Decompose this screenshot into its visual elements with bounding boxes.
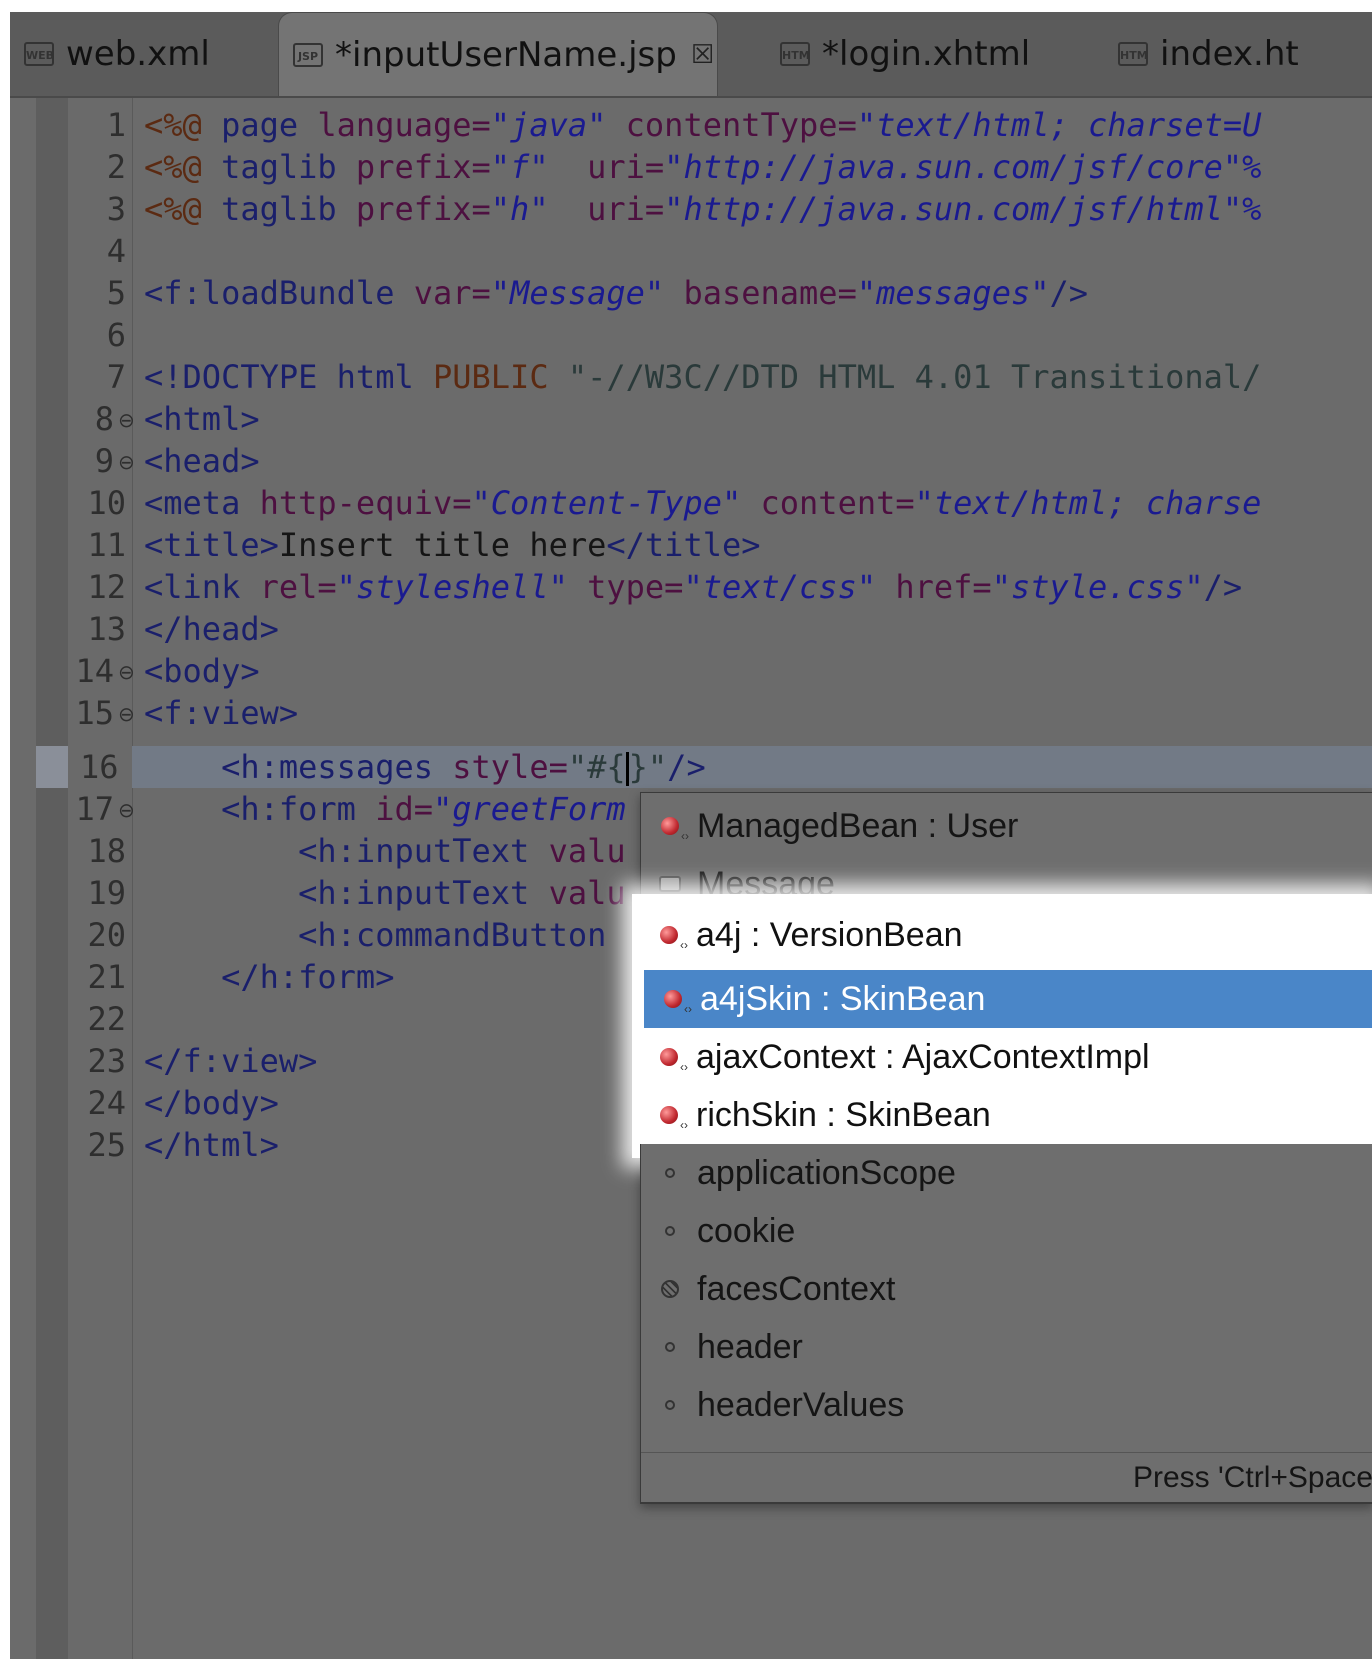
managed-bean-icon bbox=[658, 1046, 688, 1074]
code-line-9: <head> bbox=[144, 442, 260, 480]
completion-item[interactable]: facesContext bbox=[641, 1260, 1372, 1318]
code-line-8: <html> bbox=[144, 400, 260, 438]
code-line-5: <f:loadBundle var="Message" basename="me… bbox=[144, 274, 1089, 312]
code-line-25: </html> bbox=[144, 1126, 279, 1164]
fold-collapse-icon[interactable]: ⊖ bbox=[118, 702, 135, 726]
implicit-object-icon bbox=[659, 1162, 681, 1184]
line-number: 9 bbox=[94, 442, 114, 480]
managed-bean-icon bbox=[662, 988, 692, 1016]
fold-collapse-icon[interactable]: ⊖ bbox=[118, 450, 135, 474]
completion-item[interactable]: richSkin : SkinBean bbox=[640, 1086, 1372, 1144]
line-number: 21 bbox=[87, 958, 126, 996]
line-number: 24 bbox=[87, 1084, 126, 1122]
faces-context-icon bbox=[659, 1278, 681, 1300]
line-number: 2 bbox=[106, 148, 126, 186]
editor-tab-bar: WEB web.xml JSP *inputUserName.jsp ☒ HTM… bbox=[10, 12, 1372, 98]
completion-item[interactable]: ajaxContext : AjaxContextImpl bbox=[640, 1028, 1372, 1086]
managed-bean-icon bbox=[658, 924, 688, 952]
implicit-object-icon bbox=[659, 1394, 681, 1416]
line-number: 25 bbox=[87, 1126, 126, 1164]
code-line-18: <h:inputText valu bbox=[144, 832, 626, 870]
completion-item[interactable]: headerValues bbox=[641, 1376, 1372, 1434]
fold-collapse-icon[interactable]: ⊖ bbox=[118, 408, 135, 432]
content-assist-status: Press 'Ctrl+Space bbox=[641, 1452, 1372, 1502]
line-number: 7 bbox=[106, 358, 126, 396]
tab-label: index.ht bbox=[1160, 34, 1299, 74]
line-number: 8 bbox=[94, 400, 114, 438]
code-line-3: <%@ taglib prefix="h" uri="http://java.s… bbox=[144, 190, 1262, 228]
code-line-13: </head> bbox=[144, 610, 279, 648]
content-assist-hint: Press 'Ctrl+Space bbox=[1133, 1460, 1372, 1494]
managed-bean-icon bbox=[658, 1104, 688, 1132]
tab-index-html[interactable]: HTM index.ht bbox=[1100, 12, 1372, 96]
code-line-24: </body> bbox=[144, 1084, 279, 1122]
implicit-object-icon bbox=[659, 1336, 681, 1358]
line-number: 16 bbox=[80, 748, 119, 786]
completion-item[interactable]: a4j : VersionBean bbox=[640, 906, 1372, 964]
code-line-10: <meta http-equiv="Content-Type" content=… bbox=[144, 484, 1262, 522]
line-number: 19 bbox=[87, 874, 126, 912]
line-number: 6 bbox=[106, 316, 126, 354]
tab-login-xhtml[interactable]: HTM *login.xhtml bbox=[750, 12, 1080, 96]
line-number: 14 bbox=[75, 652, 114, 690]
code-line-12: <link rel="styleshell" type="text/css" h… bbox=[144, 568, 1243, 606]
fold-collapse-icon[interactable]: ⊖ bbox=[118, 798, 135, 822]
code-line-23: </f:view> bbox=[144, 1042, 318, 1080]
tab-label: *login.xhtml bbox=[822, 34, 1031, 74]
tab-label: *inputUserName.jsp bbox=[335, 34, 677, 75]
current-line-marker bbox=[36, 746, 68, 788]
code-line-19: <h:inputText valu bbox=[144, 874, 626, 912]
line-number: 4 bbox=[106, 232, 126, 270]
line-number: 20 bbox=[87, 916, 126, 954]
web-xml-icon: WEB bbox=[24, 42, 54, 66]
line-number: 17 bbox=[75, 790, 114, 828]
completion-item-selected[interactable]: a4jSkin : SkinBean bbox=[644, 970, 1372, 1028]
completion-item[interactable]: header bbox=[641, 1318, 1372, 1376]
close-icon[interactable]: ☒ bbox=[691, 40, 714, 70]
completion-item[interactable]: cookie bbox=[641, 1202, 1372, 1260]
tab-label: web.xml bbox=[66, 34, 210, 74]
jsp-file-icon: JSP bbox=[293, 42, 323, 67]
code-line-14: <body> bbox=[144, 652, 260, 690]
tab-web-xml[interactable]: WEB web.xml bbox=[10, 12, 284, 96]
code-line-1: <%@ page language="java" contentType="te… bbox=[144, 106, 1262, 144]
line-number: 15 bbox=[75, 694, 114, 732]
line-number: 11 bbox=[87, 526, 126, 564]
line-number: 5 bbox=[106, 274, 126, 312]
code-line-15: <f:view> bbox=[144, 694, 299, 732]
html-file-icon: HTM bbox=[780, 42, 810, 66]
completion-item[interactable]: applicationScope bbox=[641, 1144, 1372, 1202]
line-number: 23 bbox=[87, 1042, 126, 1080]
line-number: 3 bbox=[106, 190, 126, 228]
code-line-21: </h:form> bbox=[144, 958, 395, 996]
line-number: 18 bbox=[87, 832, 126, 870]
code-line-20: <h:commandButton bbox=[144, 916, 607, 954]
code-line-16: <h:messages style="#{}"/> bbox=[144, 748, 706, 786]
html-file-icon: HTM bbox=[1118, 42, 1148, 66]
line-number: 1 bbox=[106, 106, 126, 144]
completion-item[interactable]: ManagedBean : User bbox=[641, 797, 1372, 855]
fold-collapse-icon[interactable]: ⊖ bbox=[118, 660, 135, 684]
content-assist-lower: applicationScope cookie facesContext hea… bbox=[640, 1144, 1372, 1503]
code-line-2: <%@ taglib prefix="f" uri="http://java.s… bbox=[144, 148, 1262, 186]
overview-ruler bbox=[36, 98, 68, 1659]
resource-bundle-icon bbox=[659, 873, 681, 895]
code-line-7: <!DOCTYPE html PUBLIC "-//W3C//DTD HTML … bbox=[144, 358, 1262, 396]
line-number: 22 bbox=[87, 1000, 126, 1038]
line-number: 10 bbox=[87, 484, 126, 522]
highlighted-items-group: a4j : VersionBean a4jSkin : SkinBean aja… bbox=[640, 894, 1372, 1158]
implicit-object-icon bbox=[659, 1220, 681, 1242]
line-number: 12 bbox=[87, 568, 126, 606]
tab-input-user-name-jsp[interactable]: JSP *inputUserName.jsp ☒ bbox=[278, 12, 718, 96]
line-number: 13 bbox=[87, 610, 126, 648]
code-line-17: <h:form id="greetForm bbox=[144, 790, 626, 828]
code-line-11: <title>Insert title here</title> bbox=[144, 526, 761, 564]
managed-bean-icon bbox=[659, 815, 689, 843]
